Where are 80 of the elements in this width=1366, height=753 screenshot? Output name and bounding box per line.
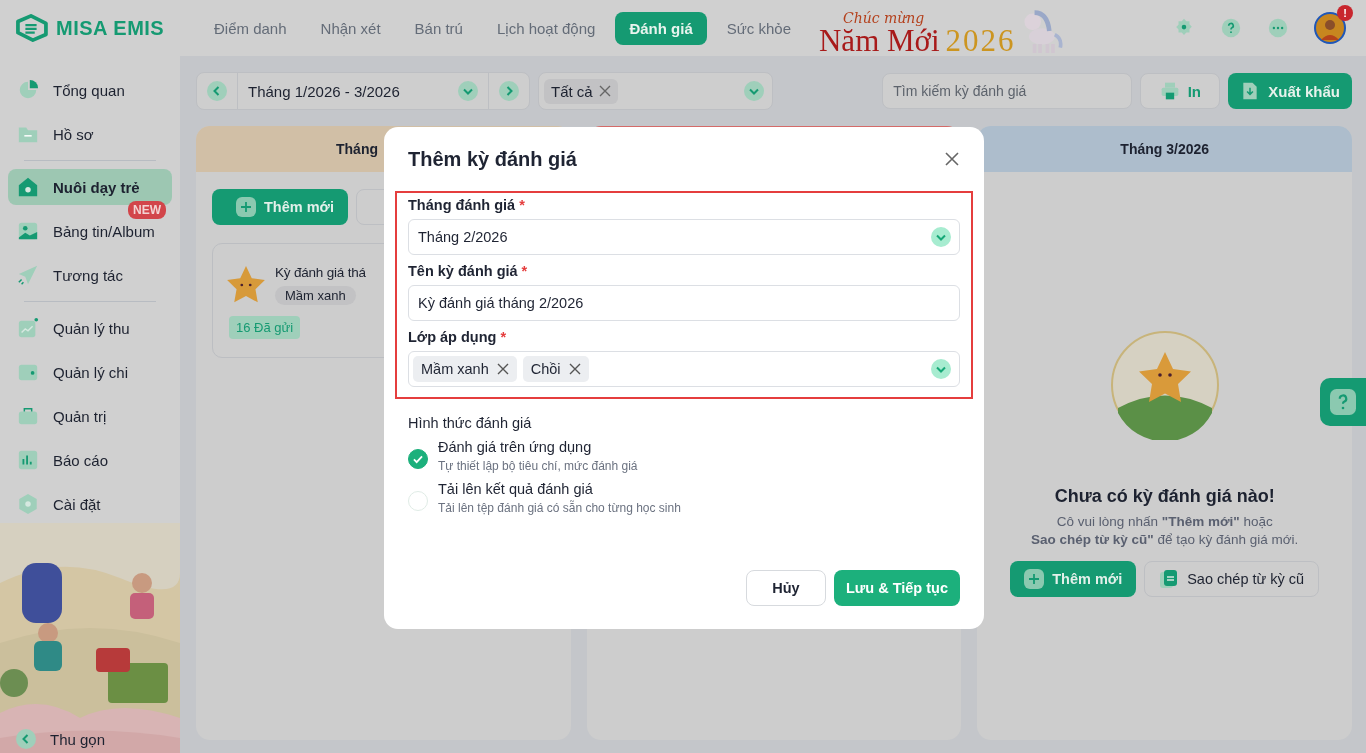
plus-icon <box>236 197 256 217</box>
plus-icon <box>1024 569 1045 589</box>
class-tag: Mầm xanh <box>275 286 356 305</box>
banner-title: Năm Mới <box>819 25 940 56</box>
sidebar-item[interactable]: Quản trị <box>8 398 172 434</box>
gear-icon <box>17 493 39 515</box>
card-title: Kỳ đánh giá thá <box>275 265 366 280</box>
sidebar-item[interactable]: Quản lý thu <box>8 310 172 346</box>
briefcase-icon <box>17 405 39 427</box>
more-icon[interactable] <box>1267 17 1289 39</box>
help-icon[interactable] <box>1220 17 1242 39</box>
banner-year: 2026 <box>945 25 1016 56</box>
paper-plane-icon <box>17 264 39 286</box>
dialog-title: Thêm kỳ đánh giá <box>408 147 577 171</box>
field-label: Tên kỳ đánh giá <box>408 263 518 279</box>
bar-chart-icon <box>17 449 39 471</box>
name-field[interactable]: Kỳ đánh giá tháng 2/2026 <box>408 285 960 321</box>
chevron-down-icon <box>744 81 764 101</box>
sidebar-item[interactable]: Quản lý chi <box>8 354 172 390</box>
field-label: Tháng đánh giá <box>408 197 516 213</box>
nav-tab[interactable]: Nhận xét <box>306 11 395 45</box>
chevron-down-icon <box>458 81 478 101</box>
hint-text: Sao chép từ kỳ cũ" để tạo kỳ đánh giá mới. <box>1030 531 1299 549</box>
period-selector[interactable]: Tháng 1/2026 - 3/2026 <box>196 72 530 110</box>
avatar[interactable] <box>1314 12 1346 44</box>
required-mark: * <box>521 263 528 279</box>
column-title: Tháng 3/2026 <box>1120 141 1210 157</box>
class-chip: Mầm xanh <box>413 356 517 382</box>
chevron-down-icon <box>931 227 951 247</box>
printer-icon <box>1159 81 1180 101</box>
sidebar-item[interactable]: Hồ sơ <box>8 116 172 152</box>
chart-icon <box>17 317 39 339</box>
notification-badge: ! <box>1337 5 1353 21</box>
filter-chip: Tất cả <box>544 78 618 104</box>
sidebar-item[interactable]: Tổng quan <box>8 72 172 108</box>
nav-tab[interactable]: Sức khỏe <box>712 11 805 45</box>
status-label: 16 Đã gửi <box>229 316 301 339</box>
chevron-right-icon[interactable] <box>499 81 519 101</box>
required-mark: * <box>500 329 507 345</box>
field-label: Lớp áp dụng <box>408 329 497 345</box>
sidebar-item[interactable]: Tương tác <box>8 257 172 293</box>
section-label: Hình thức đánh giá <box>408 415 533 431</box>
help-tab[interactable] <box>1320 378 1366 426</box>
chevron-down-icon <box>931 359 951 379</box>
pie-chart-icon <box>17 79 39 101</box>
sidebar-item[interactable]: Cài đặt <box>8 486 172 522</box>
close-icon[interactable] <box>496 363 509 375</box>
chevron-left-icon[interactable] <box>207 81 227 101</box>
nav-tab[interactable]: Điểm danh <box>200 11 301 45</box>
month-select[interactable]: Tháng 2/2026 <box>408 219 960 255</box>
class-filter[interactable]: Tất cả <box>538 72 773 110</box>
chevron-left-icon <box>16 729 36 749</box>
option-description: Tải lên tệp đánh giá có sẵn cho từng học sinh <box>438 501 681 515</box>
close-icon[interactable] <box>944 151 960 167</box>
sidebar-item[interactable]: Nuôi dạy trẻ <box>8 169 172 205</box>
class-chip: Chồi <box>522 356 589 382</box>
column-title: Tháng <box>336 141 378 157</box>
radio-button[interactable] <box>408 449 428 469</box>
nav-tab[interactable]: Bán trú <box>400 11 477 45</box>
close-icon[interactable] <box>568 363 581 375</box>
search-field[interactable]: Tìm kiếm kỳ đánh giá <box>882 73 1133 109</box>
copy-button[interactable]: Sao chép từ kỳ cũ <box>1144 561 1320 597</box>
option-description: Tự thiết lập bộ tiêu chí, mức đánh giá <box>438 459 638 473</box>
house-icon <box>17 176 39 198</box>
period-value: Tháng 1/2026 - 3/2026 <box>248 82 400 100</box>
required-mark: * <box>519 197 525 213</box>
document-icon <box>1159 569 1180 589</box>
close-icon[interactable] <box>598 85 611 97</box>
hint-text: Cô vui lòng nhấn "Thêm mới" hoặc <box>1056 513 1273 531</box>
image-icon <box>17 220 39 242</box>
new-badge: NEW <box>128 201 166 219</box>
empty-title: Chưa có kỳ đánh giá nào! <box>1054 486 1275 507</box>
option-title: Đánh giá trên ứng dụng <box>438 439 593 455</box>
help-icon <box>1330 389 1356 415</box>
banner-greeting: Chúc mừng <box>842 11 926 25</box>
sidebar-item[interactable]: Báo cáo <box>8 442 172 478</box>
cancel-button[interactable]: Hủy <box>745 570 826 606</box>
class-select[interactable]: Mầm xanh Chồi <box>408 351 960 387</box>
logo-text: MISA EMIS <box>56 16 165 40</box>
option-title: Tải lên kết quả đánh giá <box>438 481 594 497</box>
